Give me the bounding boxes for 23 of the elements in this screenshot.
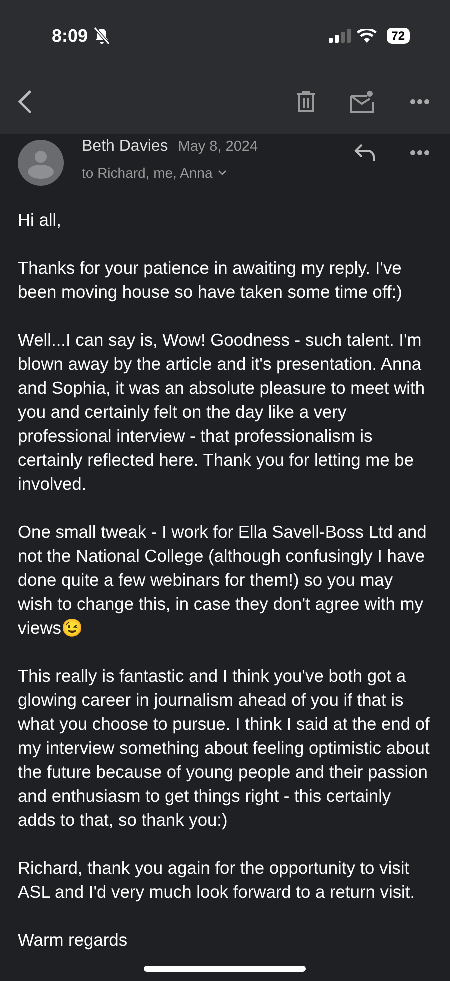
more-icon[interactable]: [410, 150, 430, 156]
wifi-icon: [356, 29, 377, 43]
signal-icon: [328, 29, 351, 43]
reply-icon[interactable]: [354, 144, 376, 162]
more-icon[interactable]: [410, 99, 430, 105]
clock-time: 8:09: [52, 26, 88, 46]
message-paragraph: One small tweak - I work for Ella Savell-Boss Ltd and not the National College (although confusingly I have done quite a few webinars for them!) so you may wish to change this, in case they don't agree with my views😉: [18, 521, 428, 640]
message-paragraph: Thanks for your patience in awaiting my reply. I've been moving house so have taken some time off:): [18, 257, 404, 304]
battery-level: 72: [386, 28, 410, 44]
message-paragraph: Hi all,: [18, 209, 62, 232]
back-icon[interactable]: [18, 90, 32, 114]
sender-name: Beth Davies: [82, 138, 168, 156]
message-paragraph: This really is fantastic and I think you've both got a glowing career in journalism ahead of you if that is what you choose to pursue. I think I said at the end of my interview something about feeling optimistic about the future because of young people and their passion and enthusiasm to get things right - this certainly adds to that, so thank you:): [18, 665, 430, 832]
message-paragraph: Well...I can say is, Wow! Goodness - such talent. I'm blown away by the article and it's presentation. Anna and Sophia, it was an absolute pleasure to meet with you and certainly felt on the day like a very professional interview - that professionalism is certainly reflected here. Thank you for letting me be involved.: [18, 329, 426, 496]
trash-icon[interactable]: [296, 91, 316, 113]
mail-icon[interactable]: [350, 91, 376, 113]
avatar-icon: [18, 140, 64, 186]
message-paragraph: Warm regards: [18, 929, 129, 952]
message-date: May 8, 2024: [178, 139, 258, 155]
message-paragraph: Richard, thank you again for the opportunity to visit ASL and I'd very much look forward to a return visit.: [18, 857, 416, 904]
muted-bell-icon: [94, 27, 110, 45]
chevron-icon: [218, 170, 227, 176]
recipients-toggle[interactable]: to Richard, me, Anna: [82, 165, 354, 181]
